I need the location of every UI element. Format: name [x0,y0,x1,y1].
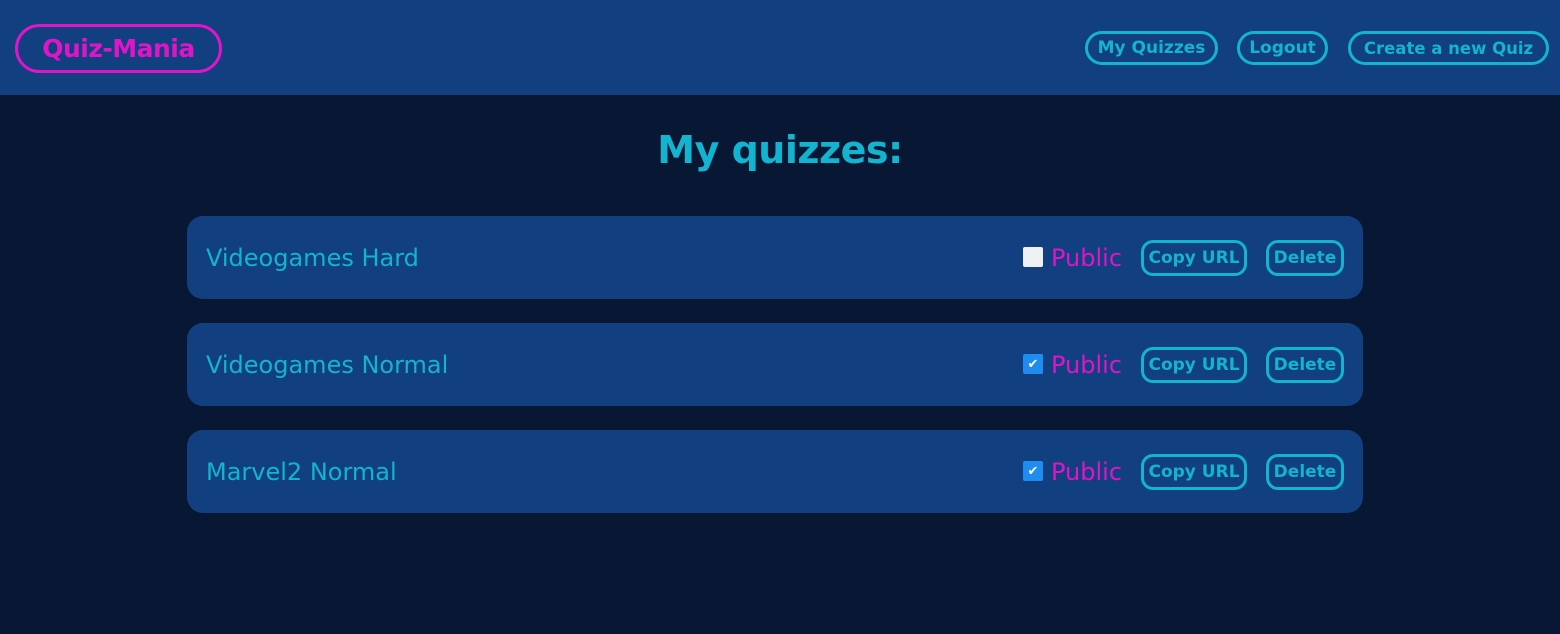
checkmark-icon: ✔ [1027,463,1039,479]
copy-url-button[interactable]: Copy URL [1141,454,1247,490]
delete-button[interactable]: Delete [1266,240,1344,276]
public-label: Public [1051,243,1123,272]
public-checkbox[interactable]: ✔ [1023,354,1043,374]
page-title: My quizzes: [657,128,903,172]
logout-button[interactable]: Logout [1237,31,1328,65]
copy-url-button[interactable]: Copy URL [1141,347,1247,383]
quiz-name: Videogames Hard [206,243,419,272]
site-logo[interactable]: Quiz-Mania [15,24,222,73]
public-label: Public [1051,457,1123,486]
delete-button[interactable]: Delete [1266,347,1344,383]
quiz-row: Marvel2 Normal ✔ Public Copy URL Delete [187,430,1363,513]
quiz-name: Videogames Normal [206,350,449,379]
public-checkbox[interactable]: ✔ [1023,461,1043,481]
copy-url-button[interactable]: Copy URL [1141,240,1247,276]
public-label: Public [1051,350,1123,379]
delete-button[interactable]: Delete [1266,454,1344,490]
navbar: Quiz-Mania My Quizzes Logout Create a ne… [0,0,1560,95]
create-quiz-button[interactable]: Create a new Quiz [1348,31,1549,65]
checkmark-icon: ✔ [1027,356,1039,372]
quiz-name: Marvel2 Normal [206,457,397,486]
public-checkbox[interactable] [1023,247,1043,267]
quiz-row: Videogames Normal ✔ Public Copy URL Dele… [187,323,1363,406]
my-quizzes-button[interactable]: My Quizzes [1085,31,1218,65]
quiz-row: Videogames Hard Public Copy URL Delete [187,216,1363,299]
